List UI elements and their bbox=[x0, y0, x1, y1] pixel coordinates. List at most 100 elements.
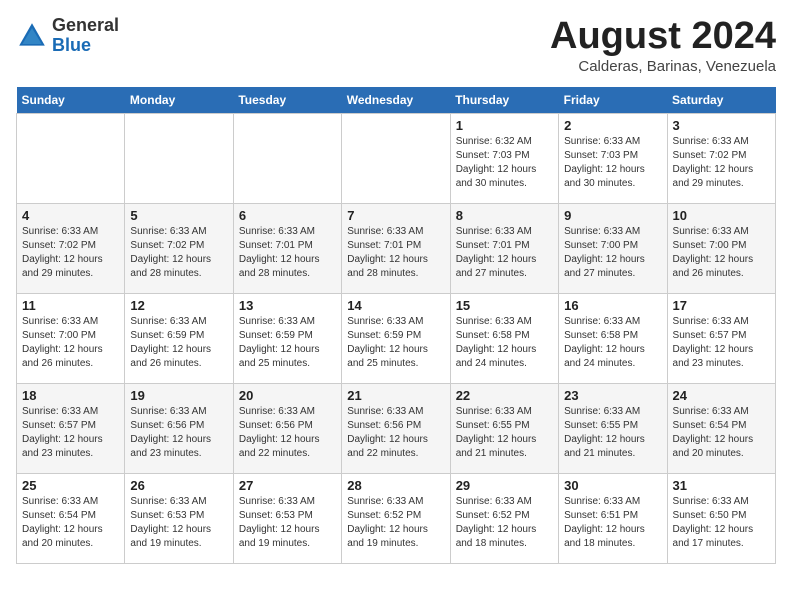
day-info: Sunrise: 6:33 AMSunset: 6:56 PMDaylight:… bbox=[130, 405, 227, 461]
day-info: Sunrise: 6:33 AMSunset: 7:01 PMDaylight:… bbox=[347, 225, 444, 281]
calendar-cell bbox=[125, 113, 233, 203]
week-row-4: 18 Sunrise: 6:33 AMSunset: 6:57 PMDayligh… bbox=[17, 383, 776, 473]
day-info: Sunrise: 6:33 AMSunset: 6:59 PMDaylight:… bbox=[130, 315, 227, 371]
day-info: Sunrise: 6:33 AMSunset: 7:02 PMDaylight:… bbox=[130, 225, 227, 281]
week-row-1: 1 Sunrise: 6:32 AMSunset: 7:03 PMDaylight… bbox=[17, 113, 776, 203]
calendar-header-row: Sunday Monday Tuesday Wednesday Thursday… bbox=[17, 87, 776, 114]
calendar-cell: 21 Sunrise: 6:33 AMSunset: 6:56 PMDayligh… bbox=[342, 383, 450, 473]
day-info: Sunrise: 6:33 AMSunset: 6:54 PMDaylight:… bbox=[673, 405, 770, 461]
calendar-cell: 11 Sunrise: 6:33 AMSunset: 7:00 PMDayligh… bbox=[17, 293, 125, 383]
day-info: Sunrise: 6:33 AMSunset: 7:00 PMDaylight:… bbox=[22, 315, 119, 371]
day-info: Sunrise: 6:33 AMSunset: 6:53 PMDaylight:… bbox=[239, 495, 336, 551]
title-block: August 2024 Calderas, Barinas, Venezuela bbox=[550, 16, 776, 75]
day-number: 18 bbox=[22, 388, 119, 403]
day-number: 10 bbox=[673, 208, 770, 223]
day-info: Sunrise: 6:33 AMSunset: 7:02 PMDaylight:… bbox=[673, 135, 770, 191]
day-info: Sunrise: 6:33 AMSunset: 6:57 PMDaylight:… bbox=[22, 405, 119, 461]
calendar-cell: 17Sunrise: 6:33 AMSunset: 6:57 PMDayligh… bbox=[667, 293, 775, 383]
day-info: Sunrise: 6:33 AMSunset: 6:58 PMDaylight:… bbox=[456, 315, 553, 371]
calendar-cell: 29 Sunrise: 6:33 AMSunset: 6:52 PMDayligh… bbox=[450, 473, 558, 563]
day-number: 19 bbox=[130, 388, 227, 403]
col-saturday: Saturday bbox=[667, 87, 775, 114]
page-header: General Blue August 2024 Calderas, Barin… bbox=[16, 16, 776, 75]
calendar-cell: 9 Sunrise: 6:33 AMSunset: 7:00 PMDaylight… bbox=[559, 203, 667, 293]
day-info: Sunrise: 6:33 AMSunset: 6:56 PMDaylight:… bbox=[239, 405, 336, 461]
day-number: 7 bbox=[347, 208, 444, 223]
calendar-cell: 26 Sunrise: 6:33 AMSunset: 6:53 PMDayligh… bbox=[125, 473, 233, 563]
day-info: Sunrise: 6:33 AMSunset: 7:03 PMDaylight:… bbox=[564, 135, 661, 191]
calendar-cell: 20Sunrise: 6:33 AMSunset: 6:56 PMDayligh… bbox=[233, 383, 341, 473]
calendar-cell bbox=[233, 113, 341, 203]
calendar-cell bbox=[17, 113, 125, 203]
calendar-cell: 16 Sunrise: 6:33 AMSunset: 6:58 PMDayligh… bbox=[559, 293, 667, 383]
calendar-cell: 10Sunrise: 6:33 AMSunset: 7:00 PMDayligh… bbox=[667, 203, 775, 293]
logo-blue-text: Blue bbox=[52, 35, 91, 55]
day-info: Sunrise: 6:33 AMSunset: 6:55 PMDaylight:… bbox=[456, 405, 553, 461]
day-number: 31 bbox=[673, 478, 770, 493]
day-number: 6 bbox=[239, 208, 336, 223]
calendar-cell: 30Sunrise: 6:33 AMSunset: 6:51 PMDayligh… bbox=[559, 473, 667, 563]
calendar-cell: 1 Sunrise: 6:32 AMSunset: 7:03 PMDaylight… bbox=[450, 113, 558, 203]
day-number: 3 bbox=[673, 118, 770, 133]
day-number: 23 bbox=[564, 388, 661, 403]
calendar-cell: 18 Sunrise: 6:33 AMSunset: 6:57 PMDayligh… bbox=[17, 383, 125, 473]
day-number: 29 bbox=[456, 478, 553, 493]
day-info: Sunrise: 6:33 AMSunset: 7:02 PMDaylight:… bbox=[22, 225, 119, 281]
col-monday: Monday bbox=[125, 87, 233, 114]
day-info: Sunrise: 6:33 AMSunset: 6:54 PMDaylight:… bbox=[22, 495, 119, 551]
calendar-cell: 15 Sunrise: 6:33 AMSunset: 6:58 PMDayligh… bbox=[450, 293, 558, 383]
week-row-5: 25Sunrise: 6:33 AMSunset: 6:54 PMDayligh… bbox=[17, 473, 776, 563]
calendar-cell: 12 Sunrise: 6:33 AMSunset: 6:59 PMDayligh… bbox=[125, 293, 233, 383]
day-number: 12 bbox=[130, 298, 227, 313]
day-info: Sunrise: 6:33 AMSunset: 6:52 PMDaylight:… bbox=[347, 495, 444, 551]
location: Calderas, Barinas, Venezuela bbox=[550, 58, 776, 75]
day-info: Sunrise: 6:33 AMSunset: 6:56 PMDaylight:… bbox=[347, 405, 444, 461]
month-title: August 2024 bbox=[550, 16, 776, 58]
week-row-2: 4 Sunrise: 6:33 AMSunset: 7:02 PMDaylight… bbox=[17, 203, 776, 293]
calendar-cell: 19 Sunrise: 6:33 AMSunset: 6:56 PMDayligh… bbox=[125, 383, 233, 473]
calendar-cell: 31 Sunrise: 6:33 AMSunset: 6:50 PMDayligh… bbox=[667, 473, 775, 563]
day-number: 11 bbox=[22, 298, 119, 313]
day-info: Sunrise: 6:33 AMSunset: 7:01 PMDaylight:… bbox=[239, 225, 336, 281]
day-info: Sunrise: 6:33 AMSunset: 6:58 PMDaylight:… bbox=[564, 315, 661, 371]
day-number: 22 bbox=[456, 388, 553, 403]
day-number: 1 bbox=[456, 118, 553, 133]
day-number: 13 bbox=[239, 298, 336, 313]
col-friday: Friday bbox=[559, 87, 667, 114]
day-info: Sunrise: 6:33 AMSunset: 6:53 PMDaylight:… bbox=[130, 495, 227, 551]
calendar-cell: 5 Sunrise: 6:33 AMSunset: 7:02 PMDaylight… bbox=[125, 203, 233, 293]
calendar-cell: 7 Sunrise: 6:33 AMSunset: 7:01 PMDaylight… bbox=[342, 203, 450, 293]
day-info: Sunrise: 6:33 AMSunset: 6:59 PMDaylight:… bbox=[239, 315, 336, 371]
day-number: 4 bbox=[22, 208, 119, 223]
day-number: 21 bbox=[347, 388, 444, 403]
calendar-cell: 2Sunrise: 6:33 AMSunset: 7:03 PMDaylight… bbox=[559, 113, 667, 203]
day-info: Sunrise: 6:33 AMSunset: 6:52 PMDaylight:… bbox=[456, 495, 553, 551]
calendar-cell: 25Sunrise: 6:33 AMSunset: 6:54 PMDayligh… bbox=[17, 473, 125, 563]
logo: General Blue bbox=[16, 16, 119, 56]
day-number: 5 bbox=[130, 208, 227, 223]
calendar-cell: 3 Sunrise: 6:33 AMSunset: 7:02 PMDaylight… bbox=[667, 113, 775, 203]
day-number: 14 bbox=[347, 298, 444, 313]
logo-general-text: General bbox=[52, 15, 119, 35]
col-tuesday: Tuesday bbox=[233, 87, 341, 114]
col-wednesday: Wednesday bbox=[342, 87, 450, 114]
day-number: 15 bbox=[456, 298, 553, 313]
day-info: Sunrise: 6:33 AMSunset: 6:51 PMDaylight:… bbox=[564, 495, 661, 551]
calendar-cell: 4 Sunrise: 6:33 AMSunset: 7:02 PMDaylight… bbox=[17, 203, 125, 293]
calendar-cell: 23 Sunrise: 6:33 AMSunset: 6:55 PMDayligh… bbox=[559, 383, 667, 473]
day-info: Sunrise: 6:32 AMSunset: 7:03 PMDaylight:… bbox=[456, 135, 553, 191]
calendar-cell: 28 Sunrise: 6:33 AMSunset: 6:52 PMDayligh… bbox=[342, 473, 450, 563]
day-info: Sunrise: 6:33 AMSunset: 7:00 PMDaylight:… bbox=[564, 225, 661, 281]
day-info: Sunrise: 6:33 AMSunset: 6:55 PMDaylight:… bbox=[564, 405, 661, 461]
calendar-cell: 24 Sunrise: 6:33 AMSunset: 6:54 PMDayligh… bbox=[667, 383, 775, 473]
day-number: 28 bbox=[347, 478, 444, 493]
logo-icon bbox=[16, 20, 48, 52]
day-number: 26 bbox=[130, 478, 227, 493]
day-info: Sunrise: 6:33 AMSunset: 6:57 PMDaylight:… bbox=[673, 315, 770, 371]
day-number: 24 bbox=[673, 388, 770, 403]
calendar-cell bbox=[342, 113, 450, 203]
day-number: 16 bbox=[564, 298, 661, 313]
calendar-cell: 6 Sunrise: 6:33 AMSunset: 7:01 PMDaylight… bbox=[233, 203, 341, 293]
day-info: Sunrise: 6:33 AMSunset: 6:50 PMDaylight:… bbox=[673, 495, 770, 551]
day-number: 9 bbox=[564, 208, 661, 223]
